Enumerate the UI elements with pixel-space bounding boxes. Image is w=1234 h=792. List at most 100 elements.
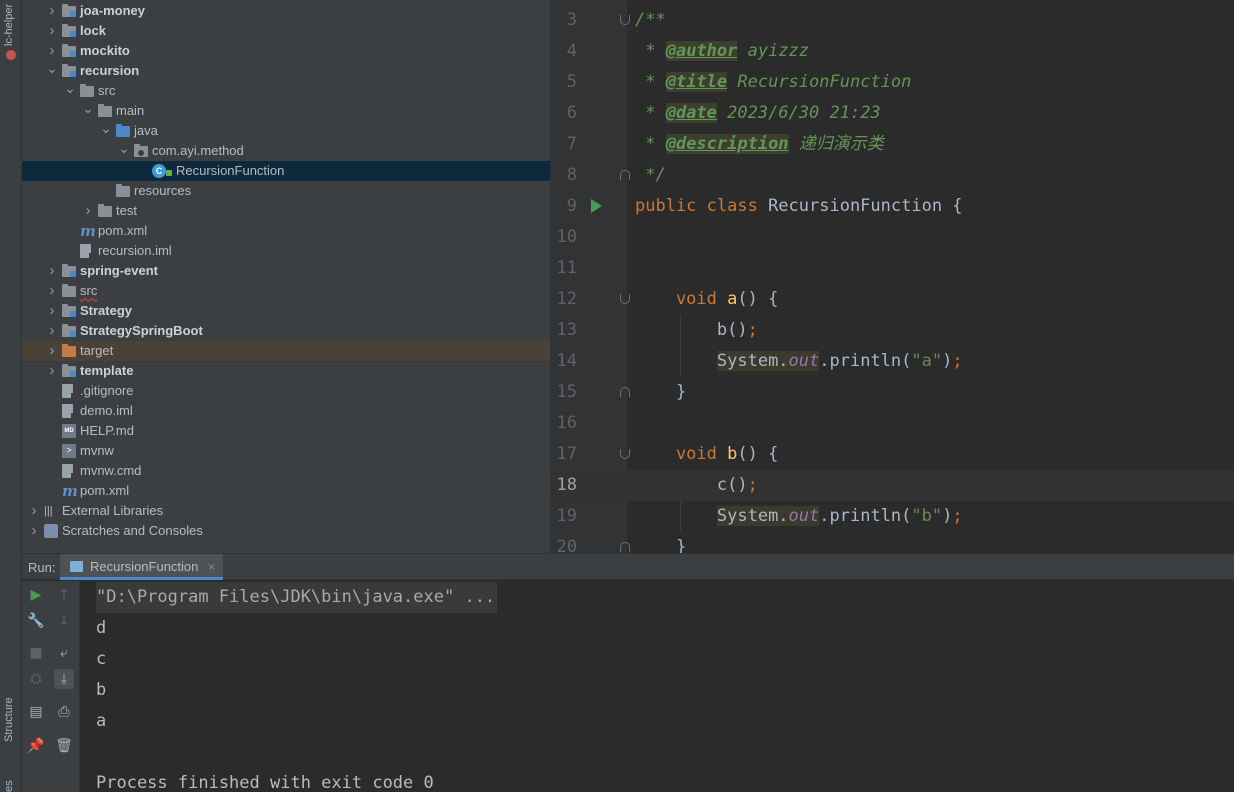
chevron-right-icon[interactable]: › (46, 23, 58, 38)
code-token: System. (716, 506, 789, 526)
chevron-down-icon[interactable]: ⌄ (118, 141, 130, 158)
code-token: void (635, 444, 728, 464)
tree-row[interactable]: ⌄ com.ayi.method (22, 141, 550, 161)
tree-row[interactable]: m pom.xml (22, 481, 550, 501)
chevron-right-icon[interactable]: › (46, 343, 58, 358)
tree-row-label: resources (134, 183, 192, 198)
code-line[interactable]: 3 /** (551, 5, 1234, 36)
fold-marker-icon[interactable] (620, 449, 630, 459)
soft-wrap-icon[interactable]: ⤶ (54, 643, 74, 663)
tree-row[interactable]: › test (22, 201, 550, 221)
tree-row[interactable]: MD HELP.md (22, 421, 550, 441)
tree-row[interactable]: ⌄ recursion (22, 61, 550, 81)
code-line[interactable]: 20 } (551, 532, 1234, 553)
trash-icon[interactable]: 🗑 (54, 736, 74, 756)
tree-row[interactable]: › joa-money (22, 1, 550, 21)
tree-row[interactable]: › lock (22, 21, 550, 41)
code-line[interactable]: 15 } (551, 377, 1234, 408)
package-icon (134, 144, 148, 157)
line-number: 9 (566, 196, 577, 216)
pin-icon[interactable]: 📌 (26, 736, 46, 756)
chevron-right-icon[interactable]: › (46, 323, 58, 338)
code-line[interactable]: 13 b(); (551, 315, 1234, 346)
tree-row[interactable]: mvnw.cmd (22, 461, 550, 481)
lc-helper-tab[interactable]: lc-helper (3, 4, 15, 46)
close-icon[interactable]: × (208, 560, 215, 574)
fold-marker-icon[interactable] (620, 542, 630, 552)
chevron-right-icon[interactable]: › (46, 283, 58, 298)
lc-helper-icon[interactable] (6, 50, 16, 60)
code-line[interactable]: 7 * @description 递归演示类 (551, 129, 1234, 160)
chevron-right-icon[interactable]: › (82, 203, 94, 218)
stop-icon[interactable]: ■ (26, 643, 46, 663)
tree-row[interactable]: ⌄ src (22, 81, 550, 101)
chevron-down-icon[interactable]: ⌄ (100, 121, 112, 138)
code-line[interactable]: 11 (551, 253, 1234, 284)
module-folder-icon (62, 24, 76, 37)
chevron-right-icon[interactable]: › (46, 3, 58, 18)
rerun-icon[interactable]: ▶ (26, 585, 46, 605)
chevron-right-icon[interactable]: › (46, 43, 58, 58)
layout-icon[interactable]: ▤ (26, 702, 46, 722)
tree-row[interactable]: › target (22, 341, 550, 361)
chevron-down-icon[interactable]: ⌄ (82, 101, 94, 118)
code-token: .println( (819, 506, 912, 526)
tree-row[interactable]: ⌄ java (22, 121, 550, 141)
chevron-right-icon[interactable]: › (46, 303, 58, 318)
wrench-icon[interactable]: 🔧 (26, 611, 46, 631)
tree-row[interactable]: › ||| External Libraries (22, 501, 550, 521)
bottom-tool-tab[interactable]: es (3, 780, 15, 792)
fold-marker-icon[interactable] (620, 170, 630, 180)
code-line[interactable]: 16 (551, 408, 1234, 439)
code-line[interactable]: 8 */ (551, 160, 1234, 191)
tree-row[interactable]: > mvnw (22, 441, 550, 461)
print-icon[interactable]: ⎙ (54, 702, 74, 722)
run-tab-recursion-function[interactable]: RecursionFunction × (60, 554, 224, 580)
dump-threads-icon[interactable]: ⛭ (26, 669, 46, 689)
code-line[interactable]: 19 System.out.println("b"); (551, 501, 1234, 532)
tree-row[interactable]: › Strategy (22, 301, 550, 321)
down-icon[interactable]: ↓ (54, 611, 74, 631)
fold-marker-icon[interactable] (620, 387, 630, 397)
fold-marker-icon[interactable] (620, 294, 630, 304)
tree-row[interactable]: › mockito (22, 41, 550, 61)
tree-row[interactable]: demo.iml (22, 401, 550, 421)
tree-row[interactable]: .gitignore (22, 381, 550, 401)
tree-row[interactable]: C RecursionFunction (22, 161, 550, 181)
chevron-down-icon[interactable]: ⌄ (46, 61, 58, 78)
tree-row[interactable]: resources (22, 181, 550, 201)
code-line[interactable]: 14 System.out.println("a"); (551, 346, 1234, 377)
tree-row[interactable]: recursion.iml (22, 241, 550, 261)
code-line[interactable]: 12 void a() { (551, 284, 1234, 315)
run-console[interactable]: "D:\Program Files\JDK\bin\java.exe" ... d… (80, 581, 1234, 792)
code-line[interactable]: 6 * @date 2023/6/30 21:23 (551, 98, 1234, 129)
code-line[interactable]: 4 * @author ayizzz (551, 36, 1234, 67)
up-icon[interactable]: ↑ (54, 585, 74, 605)
run-gutter-icon[interactable] (591, 199, 602, 213)
code-line[interactable]: 17 void b() { (551, 439, 1234, 470)
line-number: 8 (566, 165, 577, 185)
code-line[interactable]: 9 public class RecursionFunction { (551, 191, 1234, 222)
chevron-right-icon[interactable]: › (46, 263, 58, 278)
tree-row[interactable]: › spring-event (22, 261, 550, 281)
chevron-right-icon[interactable]: › (28, 503, 40, 518)
scroll-to-end-icon[interactable]: ⤓ (54, 669, 74, 689)
tree-row[interactable]: › StrategySpringBoot (22, 321, 550, 341)
tree-row[interactable]: m pom.xml (22, 221, 550, 241)
code-line[interactable]: 18 c(); (551, 470, 1234, 501)
tree-row[interactable]: ⌄ main (22, 101, 550, 121)
tree-row[interactable]: › Scratches and Consoles (22, 521, 550, 541)
code-line[interactable]: 10 (551, 222, 1234, 253)
structure-tab[interactable]: Structure (3, 697, 15, 742)
chevron-right-icon[interactable]: › (46, 363, 58, 378)
code-line[interactable]: 5 * @title RecursionFunction (551, 67, 1234, 98)
code-token: ayizzz (737, 41, 810, 61)
tree-row[interactable]: › src (22, 281, 550, 301)
fold-marker-icon[interactable] (620, 15, 630, 25)
chevron-down-icon[interactable]: ⌄ (64, 81, 76, 98)
code-text: * @description 递归演示类 (635, 129, 884, 160)
tree-row[interactable]: › template (22, 361, 550, 381)
code-editor[interactable]: 3/** 4 * @author ayizzz 5 * @title Recursi… (550, 0, 1234, 553)
run-tab-label: RecursionFunction (90, 559, 199, 574)
chevron-right-icon[interactable]: › (28, 523, 40, 538)
